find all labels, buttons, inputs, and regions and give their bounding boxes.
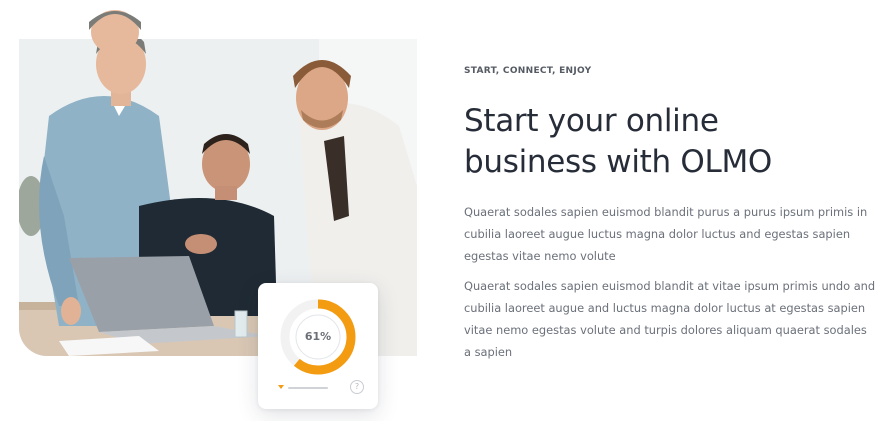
page-title-line-1: Start your online	[464, 103, 719, 139]
progress-divider	[288, 387, 328, 389]
photo-overflow	[89, 10, 141, 54]
section-eyebrow: START, CONNECT, ENJOY	[464, 66, 592, 76]
page-title: Start your online business with OLMO	[464, 101, 864, 183]
page-title-line-2: business with OLMO	[464, 144, 773, 180]
progress-percent-label: 61%	[304, 330, 332, 343]
caret-down-icon	[278, 385, 284, 389]
hero-paragraph-1: Quaerat sodales sapien euismod blandit p…	[464, 205, 868, 263]
page: 61% ? START, CONNECT, ENJOY Start your o…	[0, 0, 887, 421]
hero-paragraph-2: Quaerat sodales sapien euismod blandit a…	[464, 279, 876, 359]
progress-card: 61% ?	[258, 283, 378, 409]
progress-card-footer: ?	[278, 380, 364, 395]
help-icon[interactable]: ?	[350, 380, 364, 394]
